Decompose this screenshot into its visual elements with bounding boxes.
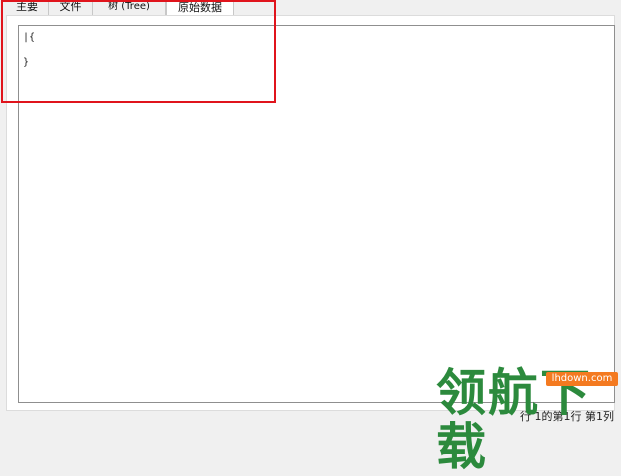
annotation-highlight-box [1,0,276,103]
watermark-url: lhdown.com [546,372,618,386]
